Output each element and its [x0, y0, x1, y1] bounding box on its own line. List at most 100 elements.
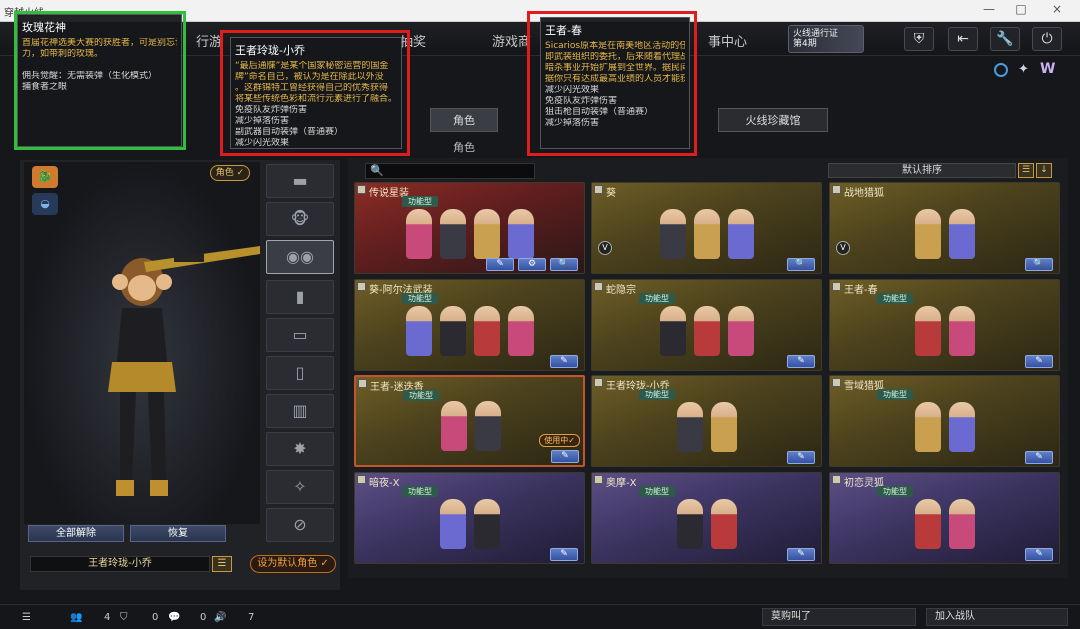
sort-direction-icon[interactable]: ↓: [1036, 163, 1052, 178]
card-flag-icon: [594, 282, 603, 291]
restore-button[interactable]: 恢复: [130, 525, 226, 542]
power-icon[interactable]: ⏻: [1032, 27, 1062, 51]
card-badge: 功能型: [402, 196, 438, 207]
character-card[interactable]: 王者玲珑-小乔 功能型 ✎: [591, 375, 822, 467]
character-card[interactable]: 蛇隐宗 功能型 ✎: [591, 279, 822, 371]
character-figure: [441, 401, 467, 451]
card-title: 战地猎狐: [844, 188, 884, 199]
nav-item-1[interactable]: 行游: [196, 31, 222, 50]
v-badge: V: [836, 241, 850, 255]
character-figure: [508, 306, 534, 356]
card-title: 奥摩-X: [606, 478, 637, 489]
sort-list-icon[interactable]: ☰: [1018, 163, 1034, 178]
unequip-all-button[interactable]: 全部解除: [28, 525, 124, 542]
mask-icon[interactable]: ◒: [32, 193, 58, 215]
character-figure: [949, 499, 975, 549]
slot-locked[interactable]: ⊘: [266, 508, 334, 542]
character-card[interactable]: 战地猎狐 V 🔍: [829, 182, 1060, 274]
globe-icon[interactable]: [994, 63, 1008, 77]
guild-count: 0: [152, 612, 159, 623]
character-card[interactable]: 传说星装 功能型 ✎ ⚙ 🔍: [354, 182, 585, 274]
character-card[interactable]: 王者-迷迭香 功能型 使用中✓ ✎: [354, 375, 585, 467]
character-figure: [440, 306, 466, 356]
card-tool-icon[interactable]: ✎: [787, 451, 815, 464]
card-tool-icon[interactable]: ✎: [1025, 355, 1053, 368]
wrench-icon[interactable]: 🔧: [990, 27, 1020, 51]
card-flag-icon: [832, 378, 841, 387]
message-notice[interactable]: 莫购叫了: [762, 608, 916, 626]
card-tool-icon[interactable]: 🔍: [550, 258, 578, 271]
card-tool-icon[interactable]: ✎: [550, 355, 578, 368]
highlight-box-red-1: [220, 30, 410, 156]
character-card[interactable]: 奥摩-X 功能型 ✎: [591, 472, 822, 564]
card-flag-icon: [357, 475, 366, 484]
character-figure: [508, 209, 534, 259]
shield-icon[interactable]: ⛨: [904, 27, 934, 51]
card-tool-icon[interactable]: ✎: [1025, 451, 1053, 464]
minimize-button[interactable]: —: [980, 2, 998, 18]
set-default-button[interactable]: 设为默认角色 ✓: [250, 555, 336, 573]
battle-pass-badge[interactable]: 火线通行证 第4期: [788, 25, 864, 53]
nav-item-shop[interactable]: 游戏商: [492, 31, 531, 50]
sparkle-icon[interactable]: ✦: [1018, 62, 1029, 77]
card-flag-icon: [594, 475, 603, 484]
maximize-button[interactable]: □: [1012, 2, 1030, 18]
volume-icon[interactable]: 🔊: [214, 612, 226, 623]
slot-rifle[interactable]: ▬: [266, 164, 334, 198]
card-tool-icon[interactable]: 🔍: [1025, 258, 1053, 271]
card-badge: 功能型: [403, 390, 439, 401]
card-tool-icon[interactable]: ✎: [787, 355, 815, 368]
slot-goggles[interactable]: ◉◉: [266, 240, 334, 274]
character-card[interactable]: 雪域猎狐 功能型 ✎: [829, 375, 1060, 467]
w-logo-icon[interactable]: W: [1040, 61, 1055, 77]
slot-gold-weapon[interactable]: ✸: [266, 432, 334, 466]
character-card[interactable]: 葵 V 🔍: [591, 182, 822, 274]
slot-silver-weapon[interactable]: ✧: [266, 470, 334, 504]
search-input[interactable]: 🔍: [365, 163, 535, 179]
tab-museum[interactable]: 火线珍藏馆: [718, 108, 828, 132]
exit-icon[interactable]: ⇤: [948, 27, 978, 51]
slot-vest[interactable]: ▭: [266, 318, 334, 352]
character-figure: [677, 402, 703, 452]
character-figure: [660, 209, 686, 259]
slot-head[interactable]: 🐵: [266, 202, 334, 236]
list-icon[interactable]: ☰: [22, 612, 31, 623]
character-figure: [677, 499, 703, 549]
card-flag-icon: [832, 475, 841, 484]
card-tool-icon[interactable]: ✎: [1025, 548, 1053, 561]
character-card[interactable]: 初恋灵狐 功能型 ✎: [829, 472, 1060, 564]
card-tool-icon[interactable]: ⚙: [518, 258, 546, 271]
character-preview[interactable]: [24, 162, 260, 524]
character-figure: [949, 306, 975, 356]
card-tool-icon[interactable]: ✎: [550, 548, 578, 561]
tab-role[interactable]: 角色: [430, 108, 498, 132]
join-squad-button[interactable]: 加入战队: [926, 608, 1068, 626]
card-tool-icon[interactable]: 🔍: [787, 258, 815, 271]
dragon-icon[interactable]: 🐉: [32, 166, 58, 188]
sort-dropdown[interactable]: 默认排序: [828, 163, 1016, 178]
character-card[interactable]: 暗夜-X 功能型 ✎: [354, 472, 585, 564]
character-figure: [915, 306, 941, 356]
guild-icon[interactable]: ⛉: [120, 612, 128, 623]
slot-radio[interactable]: ▮: [266, 280, 334, 314]
slot-ammo[interactable]: ▥: [266, 394, 334, 428]
card-tool-icon[interactable]: ✎: [787, 548, 815, 561]
card-title: 暗夜-X: [369, 478, 400, 489]
menu-icon[interactable]: ☰: [212, 556, 232, 572]
character-figure: [108, 246, 260, 496]
role-tag[interactable]: 角色 ✓: [210, 165, 250, 181]
nav-item-events[interactable]: 事中心: [708, 31, 747, 50]
notice-text: 莫购叫了: [771, 611, 811, 622]
character-card[interactable]: 葵-阿尔法武装 功能型 ✎: [354, 279, 585, 371]
character-figure: [474, 306, 500, 356]
character-card[interactable]: 王者-春 功能型 ✎: [829, 279, 1060, 371]
friends-icon[interactable]: 👥: [70, 612, 82, 623]
slot-backpack[interactable]: ▯: [266, 356, 334, 390]
card-badge: 功能型: [877, 293, 913, 304]
close-button[interactable]: ×: [1048, 2, 1066, 18]
chat-icon[interactable]: 💬: [168, 612, 180, 623]
card-tool-icon[interactable]: ✎: [486, 258, 514, 271]
card-tool-icon[interactable]: ✎: [551, 450, 579, 463]
character-figure: [915, 499, 941, 549]
tab-role-sub[interactable]: 角色: [430, 136, 498, 160]
